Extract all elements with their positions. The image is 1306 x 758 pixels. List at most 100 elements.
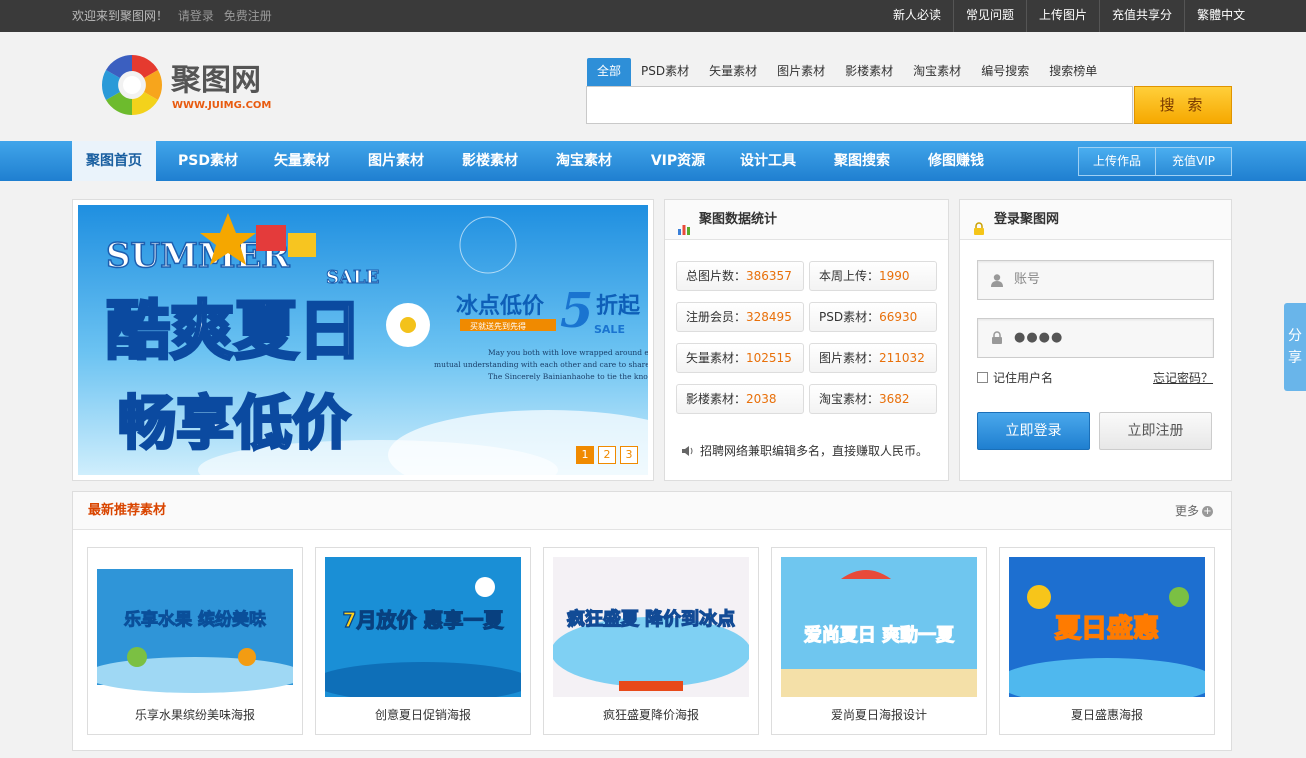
search-tab-image[interactable]: 图片素材 xyxy=(767,58,835,86)
login-button[interactable]: 立即登录 xyxy=(977,412,1090,450)
svg-text:5: 5 xyxy=(560,283,593,339)
material-thumbnail: 疯狂盛夏 降价到冰点 xyxy=(553,557,749,697)
material-card[interactable]: 乐享水果 缤纷美味 乐享水果缤纷美味海报 xyxy=(87,547,303,735)
password-field[interactable]: ●●●● xyxy=(977,318,1214,358)
banner-page-2[interactable]: 2 xyxy=(598,446,616,464)
lock-icon xyxy=(972,213,986,235)
material-caption: 爱尚夏日海报设计 xyxy=(830,708,927,722)
nav-psd[interactable]: PSD素材 xyxy=(166,141,250,181)
top-links: 新人必读 常见问题 上传图片 充值共享分 繁體中文 xyxy=(881,0,1257,32)
top-link-traditional[interactable]: 繁體中文 xyxy=(1184,0,1257,32)
plus-circle-icon: + xyxy=(1202,505,1213,517)
top-bar: 欢迎来到聚图网！ 请登录 免费注册 新人必读 常见问题 上传图片 充值共享分 繁… xyxy=(0,0,1306,32)
svg-text:乐享水果 缤纷美味: 乐享水果 缤纷美味 xyxy=(124,609,266,630)
stat-image: 图片素材：211032 xyxy=(809,343,937,373)
material-caption: 夏日盛惠海报 xyxy=(1070,708,1143,722)
material-thumbnail: 乐享水果 缤纷美味 xyxy=(97,557,293,697)
material-thumbnail: 7月放价 惠享一夏 xyxy=(325,557,521,697)
search-tab-taobao[interactable]: 淘宝素材 xyxy=(903,58,971,86)
banner-image: SUMMER SALE 酷爽夏日 畅享低价 冰点低价 5 折起 SALE 买就送… xyxy=(78,205,648,475)
search-button[interactable]: 搜 索 xyxy=(1134,86,1232,124)
material-thumbnail: 夏日盛惠 xyxy=(1009,557,1205,697)
top-link-upload[interactable]: 上传图片 xyxy=(1026,0,1099,32)
logo[interactable]: 聚图网 WWW.JUIMG.COM xyxy=(99,52,299,118)
top-link-guide[interactable]: 新人必读 xyxy=(881,0,953,32)
bar-chart-icon xyxy=(677,213,691,235)
material-card[interactable]: 7月放价 惠享一夏 创意夏日促销海报 xyxy=(315,547,531,735)
svg-text:7月放价 惠享一夏: 7月放价 惠享一夏 xyxy=(343,608,505,632)
search-tab-ranking[interactable]: 搜索榜单 xyxy=(1039,58,1107,86)
nav-tools[interactable]: 设计工具 xyxy=(726,141,810,181)
stat-week: 本周上传：1990 xyxy=(809,261,937,291)
material-card[interactable]: 夏日盛惠 夏日盛惠海报 xyxy=(999,547,1215,735)
material-card[interactable]: 爱尚夏日 爽動一夏 爱尚夏日海报设计 xyxy=(771,547,987,735)
search-tab-id[interactable]: 编号搜索 xyxy=(971,58,1039,86)
nav-image[interactable]: 图片素材 xyxy=(354,141,438,181)
stats-header: 聚图数据统计 xyxy=(665,200,948,240)
recommend-title: 最新推荐素材 xyxy=(88,503,167,518)
search-tab-all[interactable]: 全部 xyxy=(587,58,632,86)
nav-taobao[interactable]: 淘宝素材 xyxy=(542,141,626,181)
nav-buttons: 上传作品 充值VIP xyxy=(1078,147,1232,176)
upload-work-button[interactable]: 上传作品 xyxy=(1079,148,1155,175)
recommend-header: 最新推荐素材 更多 + xyxy=(73,492,1231,530)
nav-home[interactable]: 聚图首页 xyxy=(72,141,156,181)
more-link[interactable]: 更多 + xyxy=(1175,492,1213,530)
search-input[interactable] xyxy=(586,86,1133,124)
login-header: 登录聚图网 xyxy=(960,200,1231,240)
banner-page-1[interactable]: 1 xyxy=(576,446,594,464)
stat-members: 注册会员：328495 xyxy=(676,302,804,332)
more-label: 更多 xyxy=(1174,504,1199,518)
login-link[interactable]: 请登录 xyxy=(178,9,214,23)
welcome-area: 欢迎来到聚图网！ 请登录 免费注册 xyxy=(72,0,278,32)
svg-text:May you both with love wrapped: May you both with love wrapped around ea… xyxy=(488,348,648,357)
stat-taobao: 淘宝素材：3682 xyxy=(809,384,937,414)
svg-text:疯狂盛夏 降价到冰点: 疯狂盛夏 降价到冰点 xyxy=(567,608,735,630)
search-tab-vector[interactable]: 矢量素材 xyxy=(699,58,767,86)
svg-text:夏日盛惠: 夏日盛惠 xyxy=(1055,613,1159,644)
welcome-text: 欢迎来到聚图网！ xyxy=(72,9,169,23)
stat-studio: 影楼素材：2038 xyxy=(676,384,804,414)
stat-psd: PSD素材：66930 xyxy=(809,302,937,332)
remember-checkbox[interactable] xyxy=(977,372,988,383)
svg-text:WWW.JUIMG.COM: WWW.JUIMG.COM xyxy=(172,100,271,111)
nav-vector[interactable]: 矢量素材 xyxy=(260,141,344,181)
stats-panel: 聚图数据统计 总图片数：386357 本周上传：1990 注册会员：328495… xyxy=(664,199,949,481)
banner-page-3[interactable]: 3 xyxy=(620,446,638,464)
banner-slider[interactable]: SUMMER SALE 酷爽夏日 畅享低价 冰点低价 5 折起 SALE 买就送… xyxy=(72,199,654,481)
svg-text:买就送先到先得: 买就送先到先得 xyxy=(470,321,526,331)
nav-studio[interactable]: 影楼素材 xyxy=(448,141,532,181)
top-link-faq[interactable]: 常见问题 xyxy=(953,0,1026,32)
main-nav: 聚图首页 PSD素材 矢量素材 图片素材 影楼素材 淘宝素材 VIP资源 设计工… xyxy=(0,141,1306,181)
material-card[interactable]: 疯狂盛夏 降价到冰点 疯狂盛夏降价海报 xyxy=(543,547,759,735)
recharge-vip-button[interactable]: 充值VIP xyxy=(1155,148,1231,175)
logo-mark-icon: 聚图网 WWW.JUIMG.COM xyxy=(101,54,271,116)
stat-total: 总图片数：386357 xyxy=(676,261,804,291)
register-link[interactable]: 免费注册 xyxy=(224,9,272,23)
nav-search[interactable]: 聚图搜索 xyxy=(820,141,904,181)
svg-text:酷爽夏日: 酷爽夏日 xyxy=(106,295,362,369)
register-button[interactable]: 立即注册 xyxy=(1099,412,1212,450)
svg-text:mutual understanding with each: mutual understanding with each other and… xyxy=(434,360,648,369)
notice[interactable]: 招聘网络兼职编辑多名，直接赚取人民币。 xyxy=(681,442,928,459)
search-tab-psd[interactable]: PSD素材 xyxy=(631,58,699,86)
forgot-password-link[interactable]: 忘记密码？ xyxy=(1153,369,1213,386)
login-title: 登录聚图网 xyxy=(994,211,1060,227)
speaker-icon xyxy=(682,445,693,456)
material-thumbnail: 爱尚夏日 爽動一夏 xyxy=(781,557,977,697)
password-value: ●●●● xyxy=(1014,330,1064,345)
nav-vip[interactable]: VIP资源 xyxy=(636,141,720,181)
remember-label: 记住用户名 xyxy=(993,371,1054,385)
remember-username[interactable]: 记住用户名 xyxy=(977,369,1053,386)
material-caption: 创意夏日促销海报 xyxy=(374,708,471,722)
nav-retouch[interactable]: 修图赚钱 xyxy=(914,141,998,181)
svg-text:SALE: SALE xyxy=(594,323,625,336)
svg-text:畅享低价: 畅享低价 xyxy=(118,389,350,457)
notice-text: 招聘网络兼职编辑多名，直接赚取人民币。 xyxy=(700,444,929,458)
material-caption: 疯狂盛夏降价海报 xyxy=(602,708,699,722)
top-link-recharge[interactable]: 充值共享分 xyxy=(1099,0,1184,32)
search-tab-studio[interactable]: 影楼素材 xyxy=(835,58,903,86)
material-caption: 乐享水果缤纷美味海报 xyxy=(134,708,255,722)
username-field[interactable]: 账号 xyxy=(977,260,1214,300)
share-tab[interactable]: 分享 xyxy=(1284,303,1306,391)
